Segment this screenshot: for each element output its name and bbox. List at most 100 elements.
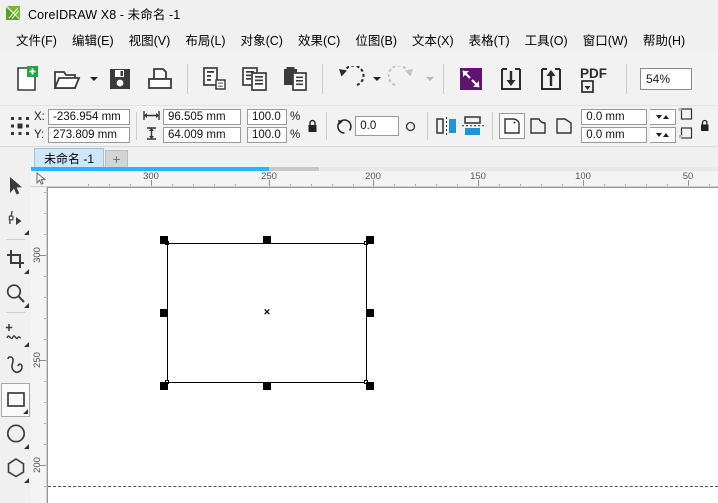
horizontal-ruler[interactable]: 300 250 200 150 100 50 — [31, 171, 718, 187]
scale-x-input[interactable]: 100.0 — [247, 109, 287, 125]
selection-handle-bottom-left[interactable] — [160, 382, 168, 390]
property-bar: X: -236.954 mm Y: 273.809 mm 96.505 mm 6… — [0, 106, 718, 147]
menu-text[interactable]: 文本(X) — [405, 26, 461, 54]
coreldraw-logo-icon — [6, 5, 21, 21]
undo-button[interactable] — [330, 57, 370, 101]
tool-ellipse[interactable] — [1, 417, 30, 451]
document-tab-active[interactable]: 未命名 -1 — [34, 148, 105, 167]
redo-dropdown — [423, 57, 436, 101]
selection-handle-bottom-center[interactable] — [263, 382, 271, 390]
redo-button — [383, 57, 423, 101]
purple-connect-icon[interactable] — [451, 57, 491, 101]
corner-radius-1-input[interactable]: 0.0 mm — [581, 109, 648, 125]
menu-file[interactable]: 文件(F) — [9, 26, 64, 54]
menu-effects[interactable]: 效果(C) — [291, 26, 347, 54]
mirror-vertical-icon[interactable] — [460, 113, 486, 139]
import-button[interactable] — [491, 57, 531, 101]
relative-corner-icon[interactable] — [678, 107, 693, 125]
tool-crop[interactable] — [1, 242, 30, 276]
page-border-bottom — [48, 486, 718, 487]
selection-handle-bottom-right[interactable] — [366, 382, 374, 390]
corner-radius-2-input[interactable]: 0.0 mm — [581, 127, 648, 143]
object-height-input[interactable]: 64.009 mm — [163, 127, 241, 143]
selection-handle-top-left[interactable] — [160, 236, 168, 244]
x-label: X: — [34, 111, 45, 123]
lock-ratio-button[interactable] — [304, 119, 320, 134]
height-icon — [143, 127, 160, 143]
document-tab-bar: 未命名 -1 + — [0, 147, 718, 167]
workspace: 300 250 200 150 100 50 300 250 200 × — [0, 167, 718, 503]
anchor-circle-icon[interactable] — [399, 121, 421, 132]
relative-corner-scale-icon[interactable] — [678, 127, 693, 145]
selection-handle-middle-left[interactable] — [160, 309, 168, 317]
menu-view[interactable]: 视图(V) — [122, 26, 178, 54]
relative-corner-buttons — [678, 107, 693, 145]
y-position-input[interactable]: 273.809 mm — [48, 127, 130, 143]
menu-table[interactable]: 表格(T) — [462, 26, 517, 54]
tool-polygon[interactable] — [1, 451, 30, 485]
scale-y-input[interactable]: 100.0 — [247, 127, 287, 143]
scale-x-percent-label: % — [290, 111, 301, 123]
scale-y-percent-label: % — [290, 129, 301, 141]
add-document-tab-button[interactable]: + — [105, 150, 129, 167]
title-bar: CoreIDRAW X8 - 未命名 -1 — [0, 0, 718, 26]
corner-scallop-icon[interactable] — [525, 113, 551, 139]
zoom-level-input[interactable]: 54% — [640, 68, 692, 90]
selection-handle-top-right[interactable] — [366, 236, 374, 244]
mirror-horizontal-icon[interactable] — [434, 113, 460, 139]
rotation-angle-input[interactable]: 0.0 — [355, 116, 400, 136]
menu-bar: 文件(F) 编辑(E) 视图(V) 布局(L) 对象(C) 效果(C) 位图(B… — [0, 26, 718, 53]
toolbox — [0, 167, 31, 503]
undo-dropdown[interactable] — [370, 57, 383, 101]
standard-toolbar: PDF 54% — [0, 53, 718, 106]
object-position-icon — [6, 109, 34, 143]
toolbar-separator-3 — [443, 64, 444, 94]
menu-help[interactable]: 帮助(H) — [636, 26, 692, 54]
corner-radius-fields: 0.0 mm 0.0 mm — [581, 109, 677, 143]
cut-button[interactable] — [195, 57, 235, 101]
open-document-button[interactable] — [47, 57, 87, 101]
save-document-button[interactable] — [100, 57, 140, 101]
toolbar-separator-2 — [322, 64, 323, 94]
vertical-ruler[interactable]: 300 250 200 — [31, 187, 47, 503]
toolbar-separator-4 — [626, 64, 627, 94]
corner-radius-2-spinner[interactable] — [650, 127, 677, 143]
corner-round-icon[interactable] — [499, 113, 526, 139]
new-document-button[interactable] — [7, 57, 47, 101]
tool-shape[interactable] — [1, 203, 30, 237]
selection-handle-middle-right[interactable] — [366, 309, 374, 317]
object-width-input[interactable]: 96.505 mm — [163, 109, 241, 125]
object-center-marker: × — [263, 306, 271, 319]
y-label: Y: — [34, 129, 45, 141]
tool-pick[interactable] — [1, 169, 30, 203]
paste-button[interactable] — [275, 57, 315, 101]
export-pdf-button[interactable]: PDF — [571, 57, 619, 101]
corner-chamfer-icon[interactable] — [551, 113, 577, 139]
svg-text:PDF: PDF — [580, 66, 607, 81]
width-icon — [143, 110, 160, 124]
edit-lock-button[interactable] — [696, 119, 713, 133]
copy-button[interactable] — [235, 57, 275, 101]
tool-freehand[interactable] — [1, 315, 30, 349]
tool-smart-drawing[interactable] — [1, 349, 30, 383]
selection-handle-top-center[interactable] — [263, 236, 271, 244]
tool-zoom[interactable] — [1, 276, 30, 310]
drawing-canvas[interactable]: × — [47, 187, 718, 503]
ruler-origin-icon[interactable] — [35, 171, 47, 186]
menu-edit[interactable]: 编辑(E) — [65, 26, 121, 54]
corner-radius-1-spinner[interactable] — [650, 109, 677, 125]
property-separator-2 — [326, 112, 328, 140]
x-position-input[interactable]: -236.954 mm — [48, 109, 130, 125]
coreldraw-window: CoreIDRAW X8 - 未命名 -1 文件(F) 编辑(E) 视图(V) … — [0, 0, 718, 503]
print-button[interactable] — [140, 57, 180, 101]
tool-rectangle[interactable] — [1, 383, 30, 417]
menu-object[interactable]: 对象(C) — [234, 26, 290, 54]
menu-bitmap[interactable]: 位图(B) — [348, 26, 404, 54]
property-separator-1 — [136, 112, 137, 140]
export-button[interactable] — [531, 57, 571, 101]
object-position-fields: X: -236.954 mm Y: 273.809 mm — [34, 109, 130, 143]
menu-layout[interactable]: 布局(L) — [178, 26, 232, 54]
menu-tools[interactable]: 工具(O) — [518, 26, 575, 54]
menu-window[interactable]: 窗口(W) — [576, 26, 635, 54]
open-document-dropdown[interactable] — [87, 57, 100, 101]
